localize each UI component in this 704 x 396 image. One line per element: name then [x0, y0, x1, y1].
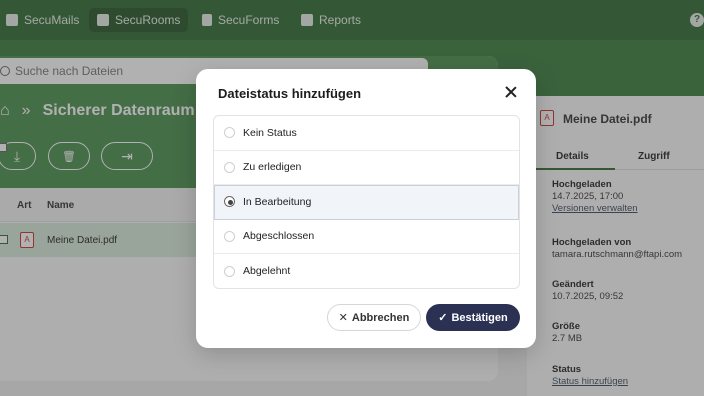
status-option-list: Kein Status Zu erledigen In Bearbeitung …	[213, 115, 520, 289]
radio-button[interactable]	[224, 265, 235, 277]
option-label: In Bearbeitung	[243, 195, 312, 208]
option-label: Kein Status	[243, 126, 297, 139]
status-option-abgelehnt[interactable]: Abgelehnt	[214, 254, 519, 288]
checkmark-icon: ✓	[438, 312, 448, 324]
cancel-button[interactable]: ✕ Abbrechen	[327, 304, 421, 331]
file-status-dialog: Dateistatus hinzufügen Kein Status Zu er…	[196, 69, 536, 348]
status-option-zu-erledigen[interactable]: Zu erledigen	[214, 151, 519, 185]
radio-button-selected[interactable]	[224, 196, 235, 208]
close-icon[interactable]	[502, 83, 520, 101]
radio-button[interactable]	[224, 127, 235, 139]
status-option-abgeschlossen[interactable]: Abgeschlossen	[214, 220, 519, 254]
confirm-label: Bestätigen	[451, 311, 508, 324]
dialog-title: Dateistatus hinzufügen	[218, 86, 362, 101]
option-label: Abgeschlossen	[243, 230, 315, 243]
close-icon: ✕	[338, 312, 348, 324]
radio-button[interactable]	[224, 230, 235, 242]
cancel-label: Abbrechen	[351, 311, 410, 324]
option-label: Abgelehnt	[243, 265, 291, 278]
option-label: Zu erledigen	[243, 161, 302, 174]
status-option-in-bearbeitung[interactable]: In Bearbeitung	[214, 185, 519, 220]
status-option-kein-status[interactable]: Kein Status	[214, 116, 519, 151]
confirm-button[interactable]: ✓ Bestätigen	[426, 304, 520, 331]
radio-button[interactable]	[224, 161, 235, 173]
